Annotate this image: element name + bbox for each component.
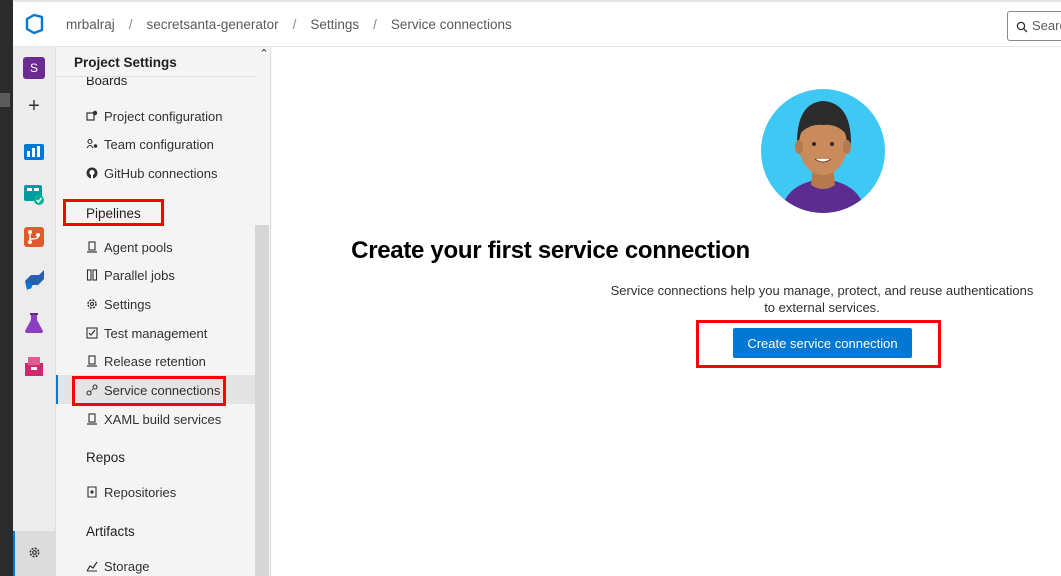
chevron-up-icon[interactable]: ⌃: [257, 47, 271, 61]
product-nav-rail: S +: [13, 47, 56, 576]
section-pipelines: Pipelines: [86, 206, 141, 221]
nav-item-label: Project configuration: [104, 108, 223, 124]
release-retention-icon: [87, 355, 97, 367]
nav-item-xaml-build-services[interactable]: XAML build services: [86, 408, 221, 430]
project-settings-button[interactable]: [13, 531, 56, 576]
section-artifacts: Artifacts: [86, 524, 135, 539]
project-config-icon: [86, 110, 98, 121]
add-icon[interactable]: +: [23, 95, 45, 117]
nav-item-label: Test management: [104, 325, 208, 341]
team-config-icon: [86, 138, 98, 149]
nav-item-storage[interactable]: Storage: [86, 555, 150, 576]
breadcrumb-separator: /: [128, 17, 133, 32]
breadcrumb: mrbalraj / secretsanta-generator / Setti…: [66, 17, 512, 32]
nav-item-label: Team configuration: [104, 136, 214, 152]
search-icon: [1016, 21, 1028, 33]
nav-item-label: Storage: [104, 558, 150, 574]
empty-state-description: Service connections help you manage, pro…: [610, 283, 1034, 315]
nav-item-parallel-jobs[interactable]: Parallel jobs: [86, 264, 175, 286]
breadcrumb-settings[interactable]: Settings: [310, 17, 359, 32]
edge-marker: [0, 93, 10, 107]
boards-icon[interactable]: [23, 183, 45, 205]
empty-state-title: Create your first service connection: [351, 237, 750, 264]
search-input[interactable]: Search: [1007, 11, 1061, 41]
azure-devops-logo-icon[interactable]: [24, 13, 46, 35]
create-service-connection-button[interactable]: Create service connection: [733, 328, 912, 358]
breadcrumb-separator: /: [373, 17, 377, 32]
nav-item-label: Release retention: [104, 353, 206, 369]
section-repos: Repos: [86, 450, 126, 465]
nav-item-service-connections[interactable]: Service connections: [86, 379, 220, 401]
gear-icon: [29, 547, 40, 558]
project-settings-nav: Project Settings ⌃ Boards Project config…: [56, 47, 271, 576]
nav-item-settings[interactable]: Settings: [86, 293, 151, 315]
nav-item-team-configuration[interactable]: Team configuration: [86, 133, 214, 155]
gear-icon: [87, 299, 97, 309]
nav-item-github-connections[interactable]: GitHub connections: [86, 162, 217, 184]
breadcrumb-separator: /: [292, 17, 297, 32]
top-bar: mrbalraj / secretsanta-generator / Setti…: [13, 0, 1061, 47]
nav-scrollbar[interactable]: [255, 225, 269, 576]
project-avatar[interactable]: S: [23, 57, 45, 79]
search-placeholder: Search: [1032, 18, 1061, 33]
repository-icon: [87, 486, 97, 498]
left-edge-strip: [0, 0, 13, 576]
nav-item-project-configuration[interactable]: Project configuration: [86, 105, 223, 127]
storage-icon: [86, 561, 98, 572]
nav-item-label: Service connections: [104, 382, 221, 398]
breadcrumb-project[interactable]: secretsanta-generator: [147, 17, 279, 32]
nav-item-release-retention[interactable]: Release retention: [86, 350, 206, 372]
person-illustration: [761, 89, 885, 213]
test-management-icon: [86, 327, 98, 339]
overview-icon[interactable]: [23, 140, 45, 162]
breadcrumb-org[interactable]: mrbalraj: [66, 17, 115, 32]
xaml-build-icon: [87, 413, 97, 425]
nav-item-label: GitHub connections: [104, 165, 218, 181]
breadcrumb-current-page[interactable]: Service connections: [391, 17, 512, 32]
main-content: Create your first service connection Ser…: [272, 47, 1061, 576]
nav-item-label: Parallel jobs: [104, 267, 175, 283]
nav-item-repositories[interactable]: Repositories: [86, 481, 176, 503]
service-connection-icon: [86, 384, 98, 396]
nav-item-test-management[interactable]: Test management: [86, 322, 207, 344]
parallel-jobs-icon: [86, 269, 98, 281]
artifacts-icon[interactable]: [23, 355, 45, 377]
nav-header-title: Project Settings: [56, 47, 256, 77]
nav-item-label: XAML build services: [104, 411, 222, 427]
github-icon: [86, 167, 98, 179]
pipelines-icon[interactable]: [23, 269, 45, 291]
nav-item-label: Settings: [104, 296, 151, 312]
nav-item-label: Repositories: [104, 484, 177, 500]
test-plans-icon[interactable]: [23, 312, 45, 334]
